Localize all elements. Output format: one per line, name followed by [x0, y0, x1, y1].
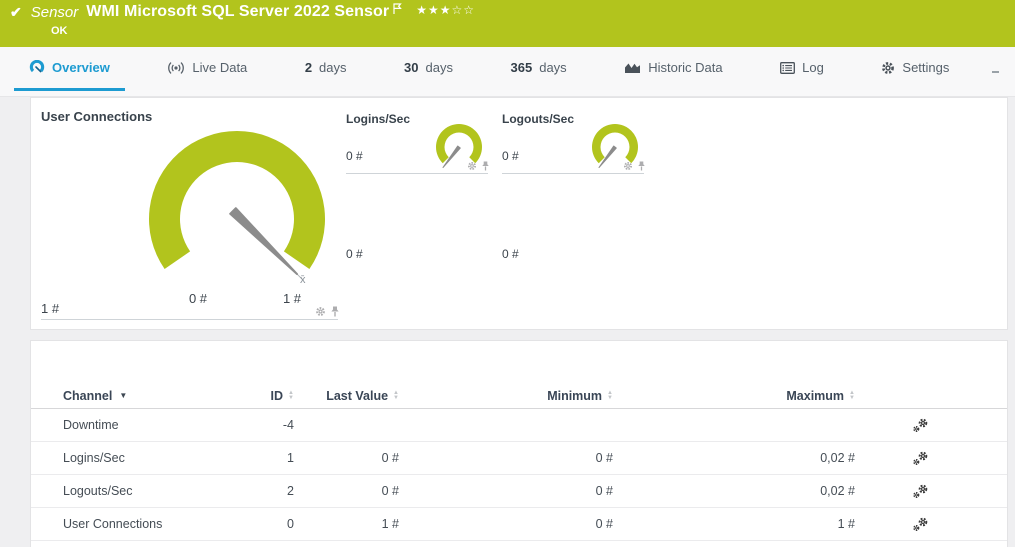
- table-row: Downtime -4: [31, 409, 1007, 442]
- table-header-row: Channel ▼ ID ▲▼ Last Value ▲▼ Minimum ▲▼…: [31, 383, 1007, 409]
- tab-365-days[interactable]: 365 days: [496, 47, 582, 91]
- cell-maximum: 0,02 #: [613, 451, 855, 465]
- cell-last-value: 1 #: [294, 517, 399, 531]
- edit-channel-gears-icon[interactable]: [912, 451, 929, 466]
- logins-value: 0 #: [346, 149, 363, 163]
- cell-id: -4: [261, 418, 294, 432]
- sort-desc-icon: ▼: [119, 391, 127, 400]
- cell-id: 2: [261, 484, 294, 498]
- cell-id: 1: [261, 451, 294, 465]
- stars-filled: ★★★: [416, 3, 451, 17]
- page-title: WMI Microsoft SQL Server 2022 Sensor: [86, 3, 389, 21]
- priority-flag-icon[interactable]: [393, 3, 402, 15]
- column-header-id[interactable]: ID ▲▼: [261, 389, 294, 403]
- gauge-footer-divider: [502, 173, 644, 174]
- tab-number: 365: [511, 60, 533, 75]
- stars-empty: ☆☆: [452, 3, 476, 17]
- tab-historic-data[interactable]: Historic Data: [609, 47, 737, 91]
- tab-unit: days: [539, 60, 566, 75]
- tab-label: Overview: [52, 60, 110, 75]
- tab-30-days[interactable]: 30 days: [389, 47, 468, 91]
- area-chart-icon: [624, 61, 641, 74]
- tab-bar-edge-mark: [992, 71, 999, 73]
- gauge-current-value: 1 #: [41, 301, 59, 316]
- header-label: Minimum: [547, 389, 602, 403]
- tab-bar: Overview Live Data 2 days 30 days 365 da…: [0, 47, 1015, 97]
- tab-label: Live Data: [192, 60, 247, 75]
- cell-minimum: 0 #: [399, 451, 613, 465]
- channel-gear-icon[interactable]: [467, 161, 477, 171]
- header-label: Channel: [63, 389, 112, 403]
- channels-panel: Channel ▼ ID ▲▼ Last Value ▲▼ Minimum ▲▼…: [30, 340, 1008, 547]
- cell-channel: Downtime: [63, 418, 261, 432]
- gauge-footer-divider: [41, 319, 338, 320]
- tab-label: Historic Data: [648, 60, 722, 75]
- gauge-icon: [29, 60, 45, 76]
- gauge-title-logins: Logins/Sec: [346, 112, 410, 126]
- column-header-maximum[interactable]: Maximum ▲▼: [613, 389, 855, 403]
- gauge-title-user-connections: User Connections: [41, 109, 152, 124]
- channel-gear-icon[interactable]: [315, 306, 326, 317]
- cell-channel: User Connections: [63, 517, 261, 531]
- gauge-scale-min: 0 #: [174, 291, 222, 306]
- channel-pin-icon[interactable]: [637, 161, 646, 171]
- tab-settings[interactable]: Settings: [866, 47, 964, 91]
- channel-gear-icon[interactable]: [623, 161, 633, 171]
- gauge-title-logouts: Logouts/Sec: [502, 112, 574, 126]
- cell-last-value: 0 #: [294, 451, 399, 465]
- broadcast-icon: [167, 61, 185, 75]
- priority-stars[interactable]: ★★★☆☆: [416, 3, 475, 17]
- cell-minimum: 0 #: [399, 517, 613, 531]
- cell-last-value: 0 #: [294, 484, 399, 498]
- table-row: Logins/Sec 1 0 # 0 # 0,02 #: [31, 442, 1007, 475]
- edit-channel-gears-icon[interactable]: [912, 418, 929, 433]
- cell-channel: Logouts/Sec: [63, 484, 261, 498]
- tab-number: 2: [305, 60, 312, 75]
- edit-channel-gears-icon[interactable]: [912, 517, 929, 532]
- object-kind-label: Sensor: [31, 4, 79, 21]
- gauge-footer-divider: [346, 173, 488, 174]
- gauge-scale-max: 1 #: [268, 291, 316, 306]
- tab-live-data[interactable]: Live Data: [152, 47, 262, 91]
- cell-maximum: 1 #: [613, 517, 855, 531]
- tab-label: Log: [802, 60, 824, 75]
- cell-maximum: 0,02 #: [613, 484, 855, 498]
- gauges-panel: User Connections 0 # 1 # x̄ 1 # Logins/S…: [30, 97, 1008, 330]
- table-row: Logouts/Sec 2 0 # 0 # 0,02 #: [31, 475, 1007, 508]
- tab-label: Settings: [902, 60, 949, 75]
- header-label: Maximum: [786, 389, 844, 403]
- tab-unit: days: [426, 60, 453, 75]
- header-label: Last Value: [326, 389, 388, 403]
- sort-icon: ▲▼: [849, 391, 855, 401]
- sensor-header-bar: ✔ Sensor WMI Microsoft SQL Server 2022 S…: [0, 0, 1015, 47]
- channel-pin-icon[interactable]: [330, 306, 340, 317]
- tab-log[interactable]: Log: [765, 47, 839, 91]
- header-label: ID: [271, 389, 284, 403]
- table-row: User Connections 0 1 # 0 # 1 #: [31, 508, 1007, 541]
- cell-channel: Logins/Sec: [63, 451, 261, 465]
- tab-unit: days: [319, 60, 346, 75]
- gauge-current-value: 0 #: [502, 247, 519, 261]
- cell-minimum: 0 #: [399, 484, 613, 498]
- tab-overview[interactable]: Overview: [14, 47, 125, 91]
- cell-id: 0: [261, 517, 294, 531]
- column-header-minimum[interactable]: Minimum ▲▼: [399, 389, 613, 403]
- status-badge: OK: [51, 25, 68, 37]
- log-list-icon: [780, 62, 795, 74]
- column-header-last-value[interactable]: Last Value ▲▼: [294, 389, 399, 403]
- column-header-channel[interactable]: Channel ▼: [63, 389, 261, 403]
- user-connections-gauge[interactable]: [137, 119, 337, 299]
- edit-channel-gears-icon[interactable]: [912, 484, 929, 499]
- tab-number: 30: [404, 60, 418, 75]
- gauge-current-value: 0 #: [346, 247, 363, 261]
- gear-icon: [881, 61, 895, 75]
- channel-pin-icon[interactable]: [481, 161, 490, 171]
- gauge-average-marker: x̄: [300, 274, 306, 286]
- tab-2-days[interactable]: 2 days: [290, 47, 362, 91]
- status-check-icon: ✔: [10, 4, 22, 21]
- logouts-value: 0 #: [502, 149, 519, 163]
